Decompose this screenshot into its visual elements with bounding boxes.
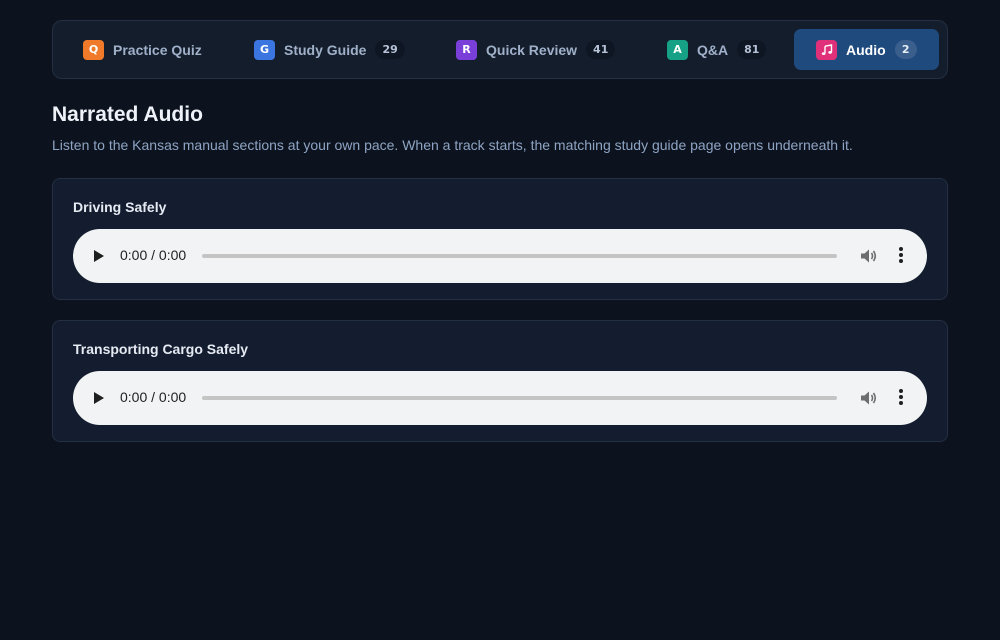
tab-count-badge: 2: [894, 40, 917, 59]
tab-label: Quick Review: [486, 41, 578, 58]
progress-slider[interactable]: [202, 396, 837, 400]
track-title: Driving Safely: [73, 199, 167, 215]
audio-player: 0:00 / 0:00: [73, 229, 927, 283]
page-subtitle: Listen to the Kansas manual sections at …: [52, 137, 853, 153]
section-tabs: Q Practice Quiz G Study Guide 29 R Quick…: [52, 20, 948, 79]
play-icon[interactable]: [94, 392, 104, 404]
tab-label: Practice Quiz: [113, 41, 202, 58]
time-readout: 0:00 / 0:00: [120, 389, 187, 405]
tab-label: Audio: [846, 41, 886, 58]
tab-count-badge: 41: [586, 40, 616, 59]
tab-label: Study Guide: [284, 41, 367, 58]
page-title: Narrated Audio: [52, 103, 203, 126]
volume-icon[interactable]: [860, 248, 878, 264]
music-note-icon: [816, 39, 837, 60]
audio-player: 0:00 / 0:00: [73, 371, 927, 425]
tab-quick-review[interactable]: R Quick Review 41: [434, 29, 634, 70]
play-icon[interactable]: [94, 250, 104, 262]
tab-practice-quiz[interactable]: Q Practice Quiz: [61, 29, 221, 70]
guide-icon: G: [254, 39, 275, 60]
time-readout: 0:00 / 0:00: [120, 247, 187, 263]
quiz-icon: Q: [83, 39, 104, 60]
qa-icon: A: [667, 39, 688, 60]
review-icon: R: [456, 39, 477, 60]
tab-count-badge: 81: [737, 40, 767, 59]
tab-audio[interactable]: Audio 2: [794, 29, 939, 70]
audio-track-card: Transporting Cargo Safely 0:00 / 0:00: [52, 320, 948, 442]
volume-icon[interactable]: [860, 390, 878, 406]
progress-slider[interactable]: [202, 254, 837, 258]
tab-count-badge: 29: [375, 40, 405, 59]
tab-study-guide[interactable]: G Study Guide 29: [232, 29, 412, 70]
audio-track-card: Driving Safely 0:00 / 0:00: [52, 178, 948, 300]
tab-label: Q&A: [697, 41, 729, 58]
tab-q-and-a[interactable]: A Q&A 81: [645, 29, 795, 70]
more-options-icon[interactable]: [897, 389, 905, 407]
more-options-icon[interactable]: [897, 247, 905, 265]
track-title: Transporting Cargo Safely: [73, 341, 249, 357]
